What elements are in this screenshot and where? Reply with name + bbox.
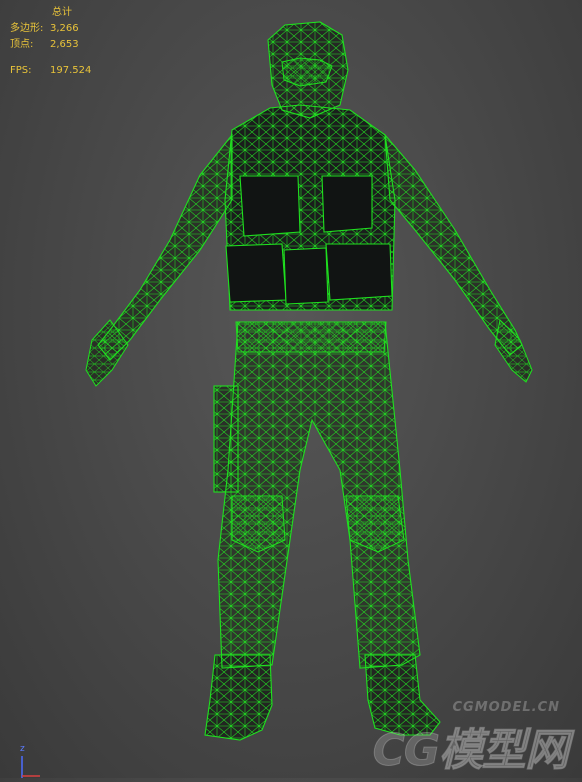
- vertices-label: 顶点:: [10, 39, 34, 50]
- vertices-value: 2,653: [50, 39, 79, 50]
- 3d-viewport[interactable]: 总计 多边形: 3,266 顶点: 2,653 FPS: 197.524 CGM…: [0, 0, 582, 778]
- watermark-url: CGMODEL.CN: [452, 700, 560, 715]
- viewport-statistics: 总计 多边形: 3,266 顶点: 2,653 FPS: 197.524: [10, 5, 91, 79]
- watermark-logo: CG模型网: [372, 725, 569, 777]
- watermark: CGMODEL.CN CG模型网: [328, 700, 569, 777]
- wireframe-mesh: [97, 21, 523, 741]
- fps-label: FPS:: [10, 65, 32, 76]
- axis-gizmo: z: [14, 742, 44, 778]
- polygons-value: 3,266: [50, 23, 79, 34]
- fps-value: 197.524: [50, 65, 92, 76]
- soldier-wireframe-model[interactable]: [0, 0, 582, 778]
- polygons-label: 多边形:: [10, 23, 44, 34]
- z-axis-label: z: [20, 744, 25, 754]
- stats-header: 总计: [52, 7, 72, 18]
- axis-gizmo-icon: [21, 756, 40, 778]
